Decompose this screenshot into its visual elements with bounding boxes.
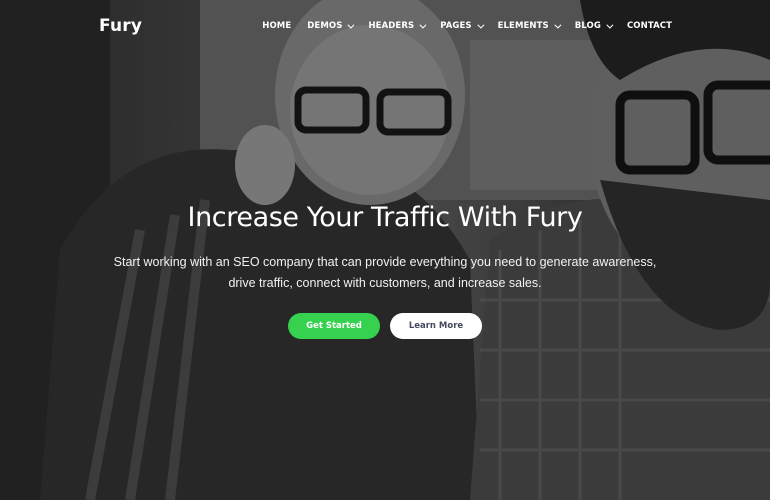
chevron-down-icon: [477, 21, 485, 29]
site-header: Fury HOME DEMOS HEADERS PAGES ELEMENTS B…: [0, 0, 770, 52]
chevron-down-icon: [419, 21, 427, 29]
learn-more-button[interactable]: Learn More: [390, 313, 482, 339]
nav-item-label: HOME: [262, 21, 292, 31]
nav-item-headers[interactable]: HEADERS: [368, 21, 427, 31]
nav-item-blog[interactable]: BLOG: [574, 21, 614, 31]
hero-section: Increase Your Traffic With Fury Start wo…: [0, 198, 770, 339]
brand-logo[interactable]: Fury: [99, 16, 142, 36]
nav-item-pages[interactable]: PAGES: [440, 21, 485, 31]
nav-item-elements[interactable]: ELEMENTS: [497, 21, 562, 31]
nav-item-label: BLOG: [574, 21, 601, 31]
nav-item-home[interactable]: HOME: [262, 21, 291, 31]
nav-item-label: CONTACT: [626, 21, 672, 31]
hero-buttons: Get Started Learn More: [0, 313, 770, 339]
chevron-down-icon: [347, 21, 355, 29]
nav-item-contact[interactable]: CONTACT: [627, 21, 672, 31]
get-started-button[interactable]: Get Started: [288, 313, 380, 339]
hero-subtitle: Start working with an SEO company that c…: [113, 255, 657, 290]
nav-item-label: ELEMENTS: [497, 21, 549, 31]
chevron-down-icon: [606, 21, 614, 29]
nav-item-label: HEADERS: [368, 21, 415, 31]
chevron-down-icon: [554, 21, 562, 29]
hero-title: Increase Your Traffic With Fury: [187, 202, 583, 233]
nav-item-label: PAGES: [440, 21, 472, 31]
main-navigation: HOME DEMOS HEADERS PAGES ELEMENTS BLOG C…: [262, 21, 672, 31]
nav-item-label: DEMOS: [307, 21, 343, 31]
nav-item-demos[interactable]: DEMOS: [307, 21, 355, 31]
